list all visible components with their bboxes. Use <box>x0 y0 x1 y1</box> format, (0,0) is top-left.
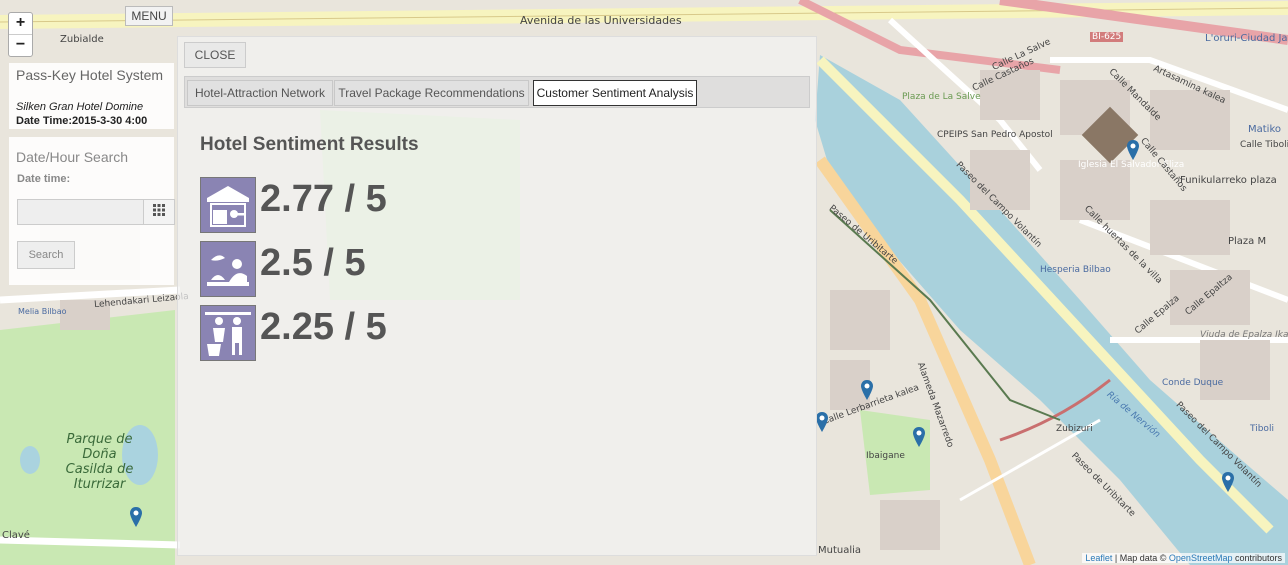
attribution-separator: | Map data © <box>1112 553 1169 563</box>
map-marker-icon[interactable] <box>816 412 828 432</box>
map-label: Calle Tiboli <box>1240 140 1288 150</box>
map-label: Funikularreko plaza <box>1180 175 1277 186</box>
sentiment-score-text: 2.5 / 5 <box>260 242 366 284</box>
zoom-out-button[interactable]: − <box>9 35 32 56</box>
map-label: Melia Bilbao <box>18 307 67 316</box>
zoom-in-button[interactable]: + <box>9 13 32 35</box>
map-label: BI-625 <box>1090 32 1124 42</box>
map-label: Mutualia <box>818 545 862 556</box>
map-label: Viuda de Epalza Ikastetxea <box>1200 330 1288 340</box>
map-label: Parque de Doña Casilda de Iturrizar <box>65 432 134 492</box>
calendar-picker-button[interactable] <box>143 199 175 225</box>
osm-link[interactable]: OpenStreetMap <box>1169 553 1233 563</box>
search-button[interactable]: Search <box>17 241 75 269</box>
map-label: Zubizuri <box>1056 424 1093 434</box>
map-label: Plaza M <box>1228 236 1267 247</box>
map-label: Matiko <box>1248 124 1282 135</box>
date-search-panel: Date/Hour Search Date time: Search <box>9 137 175 285</box>
map-label: Conde Duque <box>1162 378 1224 388</box>
sentiment-score-text: 2.25 / 5 <box>260 306 387 348</box>
hotel-name: Silken Gran Hotel Domine <box>16 101 144 113</box>
tab-travel-package-recommendations[interactable]: Travel Package Recommendations <box>334 80 529 106</box>
date-time-label: Date time: <box>17 173 71 185</box>
tab-bar: Hotel-Attraction Network Travel Package … <box>184 76 810 108</box>
map-label: Tiboli <box>1250 424 1274 434</box>
menu-button[interactable]: MENU <box>125 6 173 26</box>
analysis-dialog: CLOSE Hotel-Attraction Network Travel Pa… <box>177 36 817 556</box>
tab-customer-sentiment-analysis[interactable]: Customer Sentiment Analysis <box>533 80 697 106</box>
app-title: Pass-Key Hotel System <box>16 67 164 83</box>
map-marker-icon[interactable] <box>1127 140 1139 160</box>
zoom-control: + − <box>8 12 33 57</box>
map-label: CPEIPS San Pedro Apostol <box>937 130 1053 140</box>
map-label: L'oruri-Ciudad Jardín <box>1205 33 1288 44</box>
map-label: Hesperia Bilbao <box>1040 265 1111 275</box>
search-panel-title: Date/Hour Search <box>16 149 129 165</box>
map-marker-icon[interactable] <box>861 380 873 400</box>
date-time-input[interactable] <box>17 199 145 225</box>
sentiment-score-text: 2.77 / 5 <box>260 178 387 220</box>
map-attribution: Leaflet | Map data © OpenStreetMap contr… <box>1082 553 1285 563</box>
map-label: Ibaigane <box>866 451 905 461</box>
leaflet-link[interactable]: Leaflet <box>1085 553 1112 563</box>
map-label: Zubialde <box>60 34 104 45</box>
room-service-icon <box>200 241 256 297</box>
calendar-grid-icon <box>153 204 165 216</box>
map-marker-icon[interactable] <box>1222 472 1234 492</box>
sentiment-results-title: Hotel Sentiment Results <box>200 134 419 155</box>
attribution-tail: contributors <box>1232 553 1282 563</box>
hotel-checkin-icon <box>200 177 256 233</box>
housekeeping-icon <box>200 305 256 361</box>
map-label: Clavé <box>2 530 30 541</box>
hotel-info-panel: Pass-Key Hotel System Silken Gran Hotel … <box>9 63 174 129</box>
map-label: Avenida de las Universidades <box>520 14 682 27</box>
map-marker-icon[interactable] <box>913 427 925 447</box>
tab-hotel-attraction-network[interactable]: Hotel-Attraction Network <box>187 80 333 106</box>
current-datetime: Date Time:2015-3-30 4:00 <box>16 115 148 127</box>
close-button[interactable]: CLOSE <box>184 42 246 68</box>
map-label: Plaza de La Salve <box>902 92 981 102</box>
map-marker-icon[interactable] <box>130 507 142 527</box>
